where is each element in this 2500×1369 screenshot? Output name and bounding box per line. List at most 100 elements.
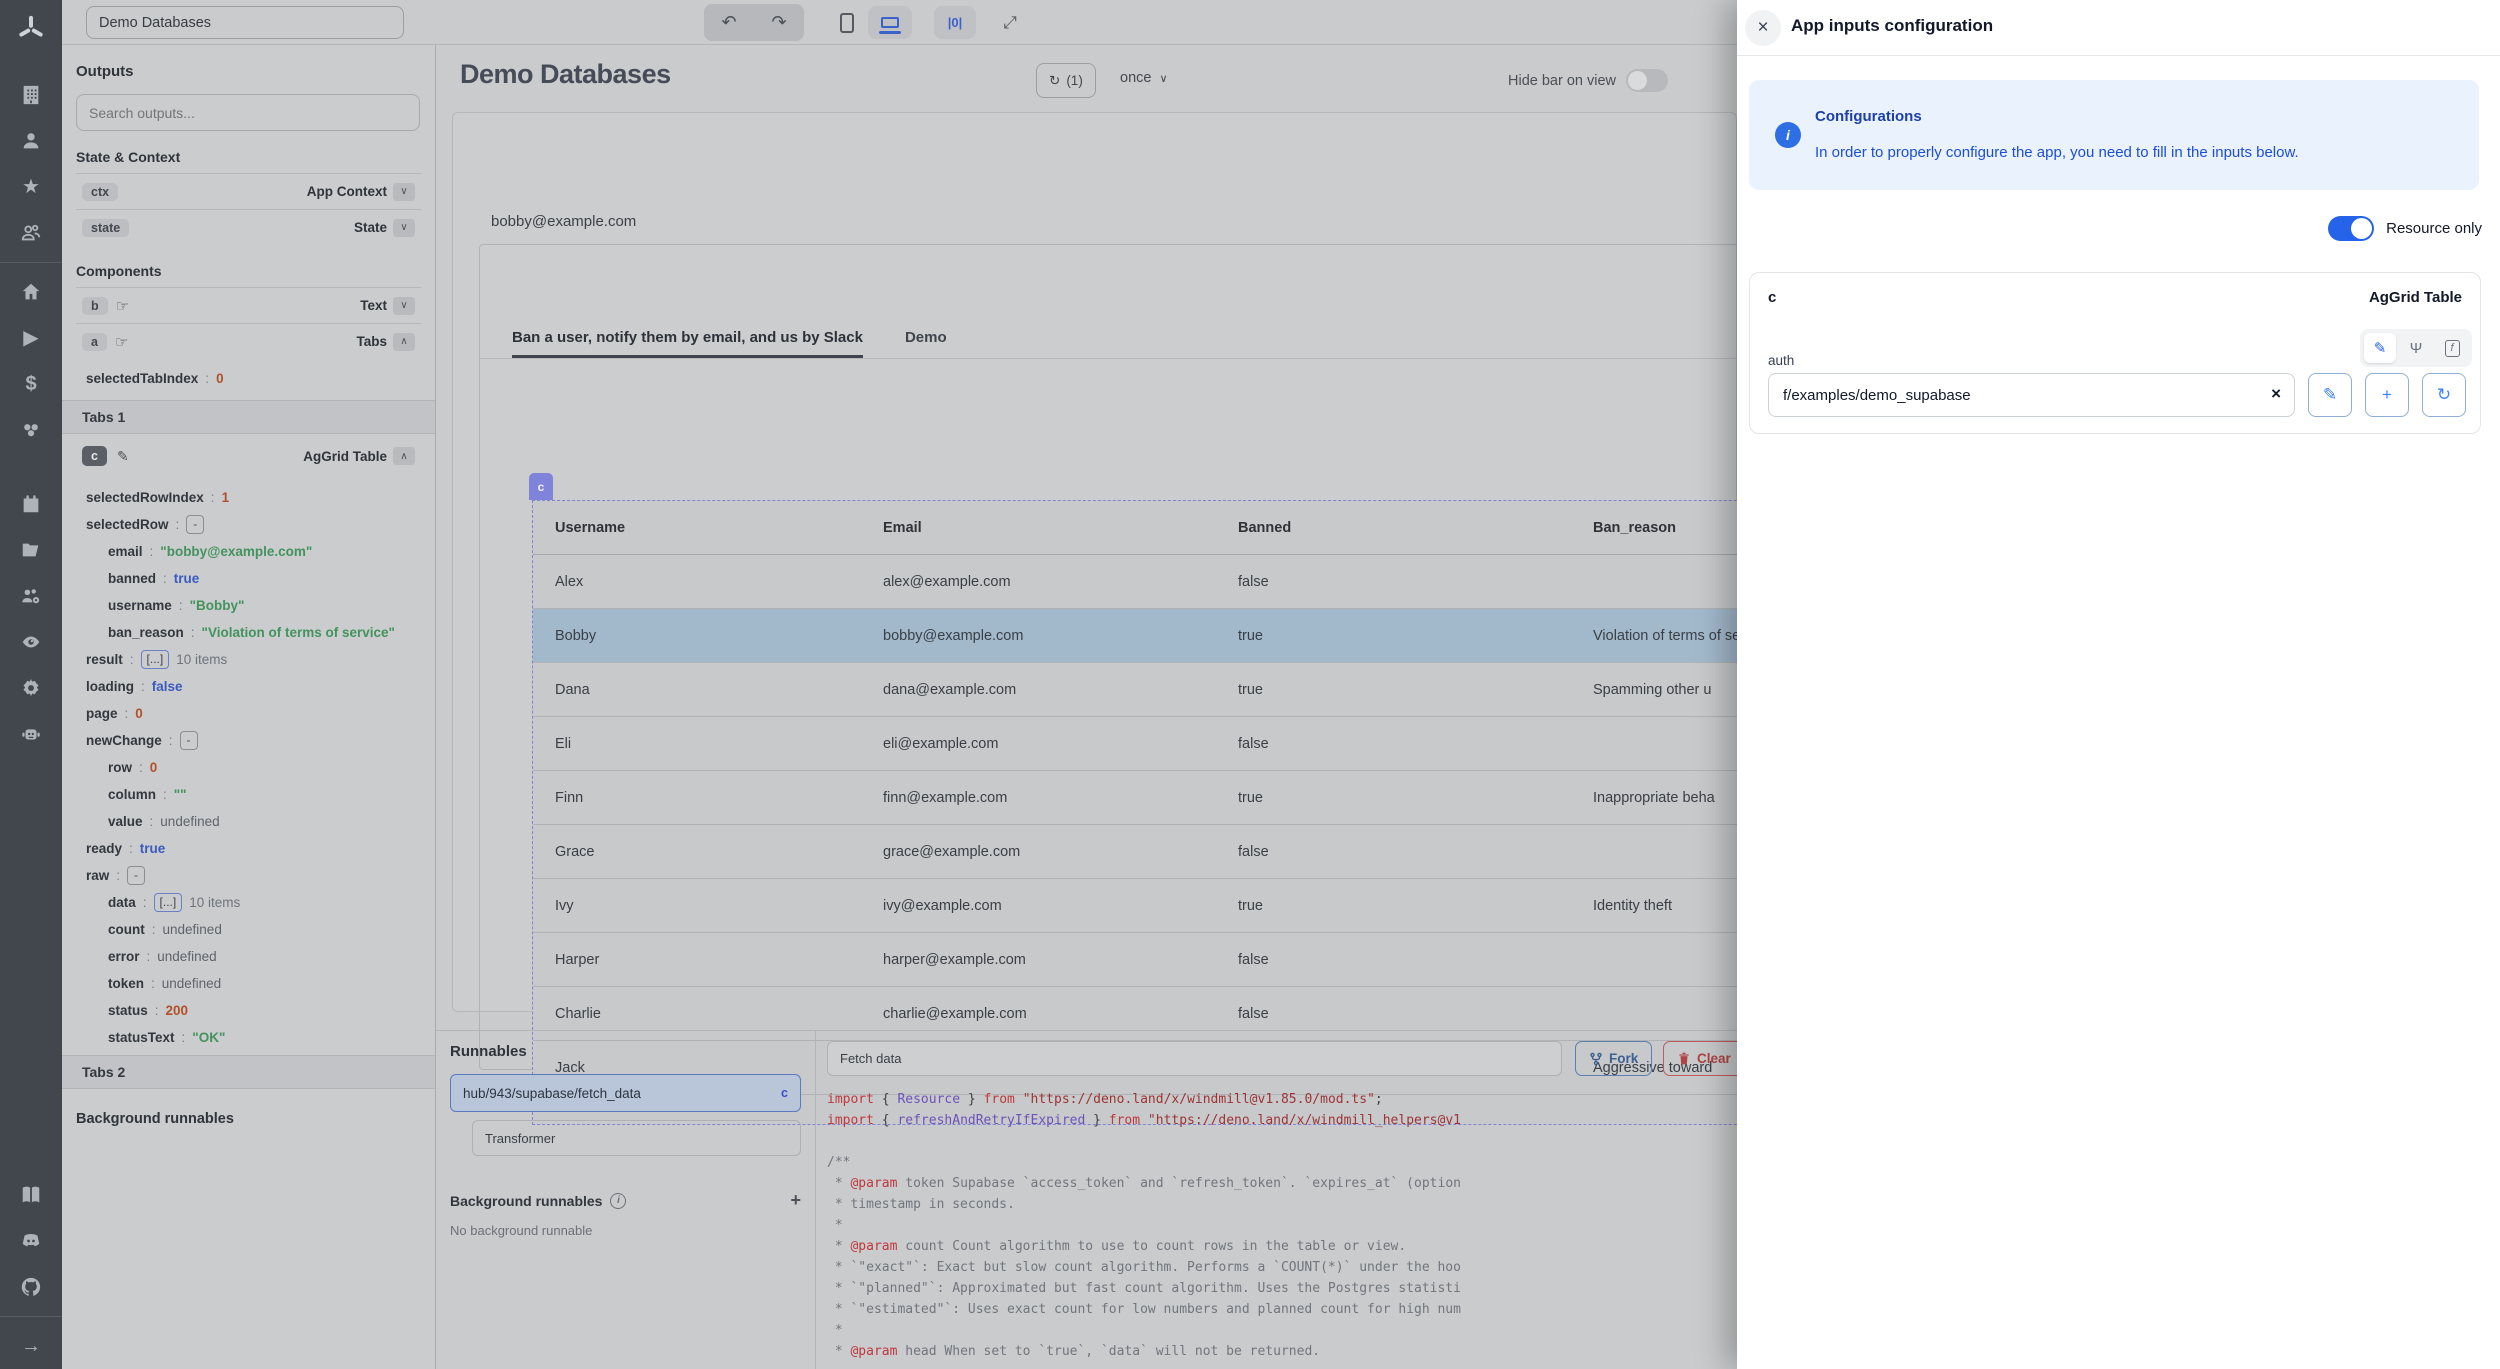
close-drawer-button[interactable]: × [1745, 10, 1781, 46]
schedules-calendar-icon[interactable] [0, 481, 62, 527]
chevron-down-icon[interactable]: ∨ [393, 219, 415, 237]
runs-play-icon[interactable]: ▶ [0, 315, 62, 361]
tree-row[interactable]: value:undefined [86, 808, 417, 835]
center-layout-button[interactable]: |0| [934, 6, 976, 39]
table-row[interactable]: Harperharper@example.comfalse [533, 933, 1737, 987]
user-groups-icon[interactable] [0, 210, 62, 256]
component-a-row[interactable]: a ☞ Tabs∧ [76, 323, 421, 359]
table-row[interactable]: Elieli@example.comfalse [533, 717, 1737, 771]
windmill-logo[interactable] [14, 12, 48, 46]
tree-row[interactable]: ready:true [86, 835, 417, 862]
redo-icon[interactable]: ↷ [771, 12, 786, 33]
table-column-header[interactable]: Banned [1238, 520, 1593, 536]
add-resource-button[interactable]: + [2365, 373, 2409, 417]
user-icon[interactable] [0, 118, 62, 164]
tree-row[interactable]: status:200 [86, 997, 417, 1024]
groups-settings-icon[interactable] [0, 573, 62, 619]
discord-icon[interactable] [0, 1218, 62, 1264]
selected-component-badge[interactable]: c [529, 473, 553, 500]
table-row[interactable]: Gracegrace@example.comfalse [533, 825, 1737, 879]
runnable-title-input[interactable]: Fetch data [827, 1041, 1562, 1076]
tree-row[interactable]: selectedRow:- [86, 511, 417, 538]
tabs-component: Ban a user, notify them by email, and us… [479, 244, 1737, 1070]
tree-row[interactable]: raw:- [86, 862, 417, 889]
static-mode-button[interactable]: ✎ [2364, 333, 2396, 363]
runnable-item-selected[interactable]: hub/943/supabase/fetch_data c [450, 1074, 801, 1112]
tree-row[interactable]: ban_reason:"Violation of terms of servic… [86, 619, 417, 646]
clear-input-icon[interactable]: × [2271, 384, 2281, 404]
tree-row[interactable]: token:undefined [86, 970, 417, 997]
canvas-tab[interactable]: Ban a user, notify them by email, and us… [512, 329, 863, 358]
tree-row[interactable]: username:"Bobby" [86, 592, 417, 619]
fork-button[interactable]: Fork [1575, 1041, 1652, 1076]
tree-row[interactable]: error:undefined [86, 943, 417, 970]
folders-icon[interactable] [0, 527, 62, 573]
tabs1-section-header[interactable]: Tabs 1 [62, 400, 435, 434]
tree-row[interactable]: loading:false [86, 673, 417, 700]
table-column-header[interactable]: Ban_reason [1593, 520, 1737, 536]
hide-bar-toggle[interactable] [1626, 69, 1668, 92]
tree-row[interactable]: email:"bobby@example.com" [86, 538, 417, 565]
expand-sidebar-arrow-icon[interactable]: → [0, 1323, 62, 1369]
state-row[interactable]: state State∨ [76, 209, 421, 245]
selected-tab-index-row[interactable]: selectedTabIndex: 0 [76, 365, 421, 392]
chevron-up-icon[interactable]: ∧ [393, 447, 415, 465]
variables-dollar-icon[interactable]: $ [0, 361, 62, 407]
clear-button[interactable]: Clear [1663, 1041, 1737, 1076]
table-row[interactable]: Ivyivy@example.comtrueIdentity theft [533, 879, 1737, 933]
chevron-down-icon[interactable]: ∨ [393, 183, 415, 201]
transformer-item[interactable]: Transformer [472, 1120, 801, 1156]
favorites-star-icon[interactable]: ★ [0, 164, 62, 210]
tree-row[interactable]: result:[...]10 items [86, 646, 417, 673]
tree-row[interactable]: banned:true [86, 565, 417, 592]
resources-icon[interactable] [0, 407, 62, 453]
table-column-header[interactable]: Username [533, 520, 883, 536]
component-a-type-label: Tabs [356, 334, 387, 349]
schedule-dropdown[interactable]: once∨ [1120, 70, 1168, 86]
ctx-row[interactable]: ctx App Context∨ [76, 173, 421, 209]
app-name-input[interactable] [86, 6, 404, 39]
component-c-row[interactable]: c ✎ AgGrid Table∧ [76, 434, 421, 478]
mobile-view-button[interactable] [830, 6, 864, 39]
component-b-row[interactable]: b ☞ Text∨ [76, 287, 421, 323]
add-background-runnable-button[interactable]: + [790, 1190, 801, 1211]
undo-icon[interactable]: ↶ [721, 12, 736, 33]
refresh-all-button[interactable]: ↻ (1) [1036, 63, 1096, 98]
tree-row[interactable]: statusText:"OK" [86, 1024, 417, 1051]
docs-book-icon[interactable] [0, 1172, 62, 1218]
desktop-view-button[interactable] [868, 6, 912, 39]
code-editor-content[interactable]: import { Resource } from "https://deno.l… [827, 1089, 1732, 1365]
edit-resource-button[interactable]: ✎ [2308, 373, 2352, 417]
audit-logs-eye-icon[interactable] [0, 619, 62, 665]
edit-pencil-icon[interactable]: ✎ [117, 448, 129, 465]
tree-row[interactable]: row:0 [86, 754, 417, 781]
fullscreen-expand-icon[interactable]: ⤢ [992, 6, 1028, 39]
table-row[interactable]: Bobbybobby@example.comtrueViolation of t… [533, 609, 1737, 663]
connect-mode-button[interactable]: Ψ [2400, 333, 2432, 363]
workspace-icon[interactable] [0, 72, 62, 118]
resource-path-input[interactable] [1768, 373, 2295, 417]
table-row[interactable]: Danadana@example.comtrueSpamming other u [533, 663, 1737, 717]
tree-row[interactable]: page:0 [86, 700, 417, 727]
home-icon[interactable] [0, 269, 62, 315]
settings-gear-icon[interactable] [0, 665, 62, 711]
refresh-resource-button[interactable]: ↻ [2422, 373, 2466, 417]
tabs2-section-header[interactable]: Tabs 2 [62, 1055, 435, 1089]
code-line: /** [827, 1152, 1732, 1173]
canvas-tab[interactable]: Demo [905, 329, 947, 358]
table-column-header[interactable]: Email [883, 520, 1238, 536]
ai-robot-icon[interactable] [0, 711, 62, 757]
github-icon[interactable] [0, 1264, 62, 1310]
chevron-down-icon[interactable]: ∨ [393, 297, 415, 315]
resource-only-toggle[interactable] [2328, 216, 2374, 241]
tree-row[interactable]: column:"" [86, 781, 417, 808]
tree-row[interactable]: count:undefined [86, 916, 417, 943]
chevron-up-icon[interactable]: ∧ [393, 333, 415, 351]
tree-row[interactable]: selectedRowIndex:1 [86, 484, 417, 511]
eval-mode-button[interactable]: f [2436, 333, 2468, 363]
table-row[interactable]: Alexalex@example.comfalse [533, 555, 1737, 609]
table-row[interactable]: Finnfinn@example.comtrueInappropriate be… [533, 771, 1737, 825]
tree-row[interactable]: newChange:- [86, 727, 417, 754]
tree-row[interactable]: data:[...]10 items [86, 889, 417, 916]
search-outputs-input[interactable] [76, 94, 420, 131]
